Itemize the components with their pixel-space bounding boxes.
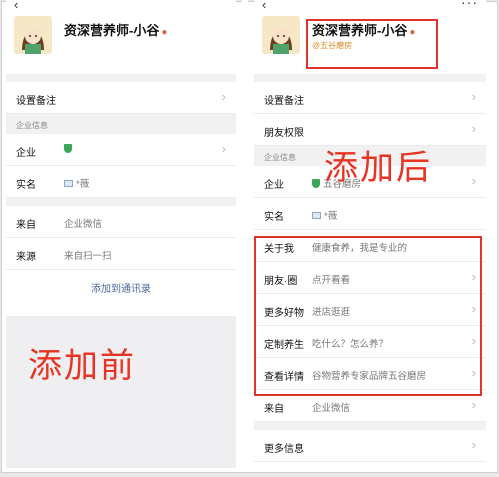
before-screen: ‹ 资深营养师-小谷 ● 设置备注 › 企业信息 企业 › 实名 *薇 来自 企业… (6, 0, 236, 468)
top-bar: ‹ ··· (254, 0, 486, 14)
row-label: 更多信息 (264, 444, 304, 455)
back-arrow-icon[interactable]: ‹ (262, 0, 266, 12)
row-set-remark[interactable]: 设置备注 › (254, 82, 486, 114)
row-set-remark[interactable]: 设置备注 › (6, 82, 236, 114)
screen-divider (242, 0, 248, 470)
back-arrow-icon[interactable]: ‹ (14, 0, 18, 12)
chevron-right-icon: › (471, 437, 476, 452)
profile-header: 资深营养师-小谷 ● (6, 14, 236, 74)
top-bar: ‹ (6, 0, 236, 14)
row-source: 来源 来自扫一扫 (6, 238, 236, 270)
divider (254, 74, 486, 82)
id-card-icon (64, 180, 73, 187)
row-label: 来源 (16, 252, 36, 263)
verified-shield-icon (64, 144, 72, 153)
row-company[interactable]: 企业 › (6, 134, 236, 166)
chevron-right-icon: › (471, 173, 476, 188)
id-card-icon (312, 212, 321, 219)
row-value: 企业微信 (312, 403, 351, 414)
divider (254, 422, 486, 430)
row-label: 来自 (16, 220, 36, 231)
row-label: 来自 (264, 404, 284, 415)
row-value: 来自扫一扫 (64, 251, 112, 262)
row-label: 实名 (16, 180, 36, 191)
profile-name: 资深营养师-小谷 ● (64, 23, 168, 38)
row-real-name: 实名 *薇 (254, 198, 486, 230)
highlight-profile-box (306, 19, 438, 69)
add-to-contacts-button[interactable]: 添加到通讯录 (6, 270, 236, 298)
row-label: 实名 (264, 212, 284, 223)
chevron-right-icon: › (221, 141, 226, 156)
chevron-right-icon: › (471, 121, 476, 136)
row-label: 企业 (264, 180, 284, 191)
caption-after: 添加后 (324, 148, 432, 188)
row-label: 朋友权限 (264, 128, 304, 139)
row-label: 设置备注 (16, 96, 56, 107)
row-label: 设置备注 (264, 96, 304, 107)
row-value: *薇 (76, 179, 90, 190)
highlight-custom-info-box (254, 236, 482, 396)
row-real-name: 实名 *薇 (6, 166, 236, 198)
section-header: 企业信息 (6, 114, 236, 134)
avatar[interactable] (262, 16, 300, 54)
after-screen: ‹ ··· 资深营养师-小谷 ● @五谷磨房 设置备注 › 朋友权限 › 企业信息… (254, 0, 486, 468)
divider (6, 198, 236, 206)
divider (6, 74, 236, 82)
more-options-icon[interactable]: ··· (461, 0, 478, 10)
row-from: 来自 企业微信 (6, 206, 236, 238)
person-badge-icon: ● (161, 27, 168, 38)
chevron-right-icon: › (471, 397, 476, 412)
row-more-info[interactable]: 更多信息 › (254, 430, 486, 462)
row-value: 企业微信 (64, 219, 103, 230)
row-value: *薇 (324, 211, 338, 222)
caption-before: 添加前 (28, 346, 136, 386)
row-label: 企业 (16, 148, 36, 159)
avatar[interactable] (14, 16, 52, 54)
verified-shield-icon (312, 179, 320, 188)
chevron-right-icon: › (221, 89, 226, 104)
chevron-right-icon: › (471, 89, 476, 104)
